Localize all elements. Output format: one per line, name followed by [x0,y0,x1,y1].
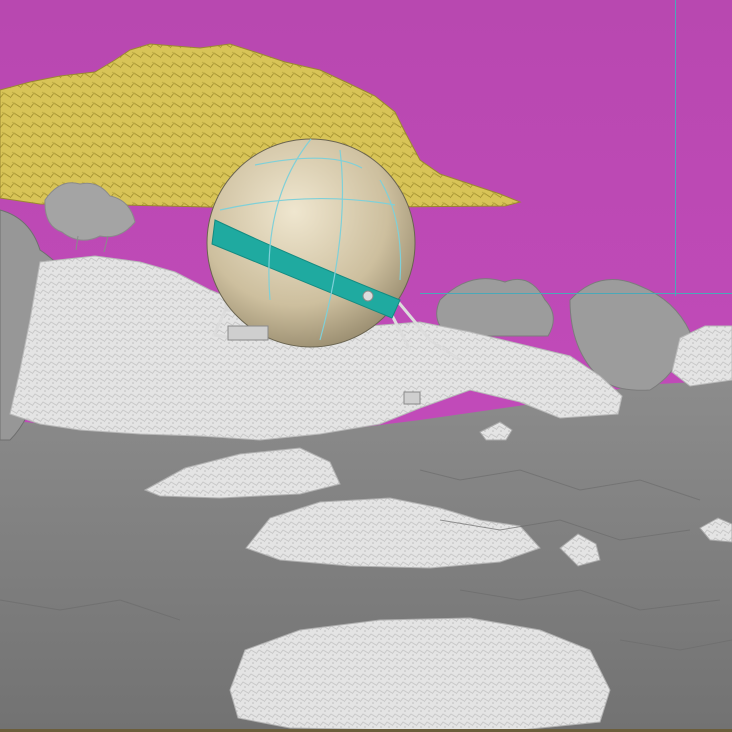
guide-line-vertical [675,0,676,296]
3d-viewport[interactable] [0,0,732,732]
scene-canvas[interactable] [0,0,732,732]
sphere-mesh [206,138,416,348]
rock-mesh [229,617,611,731]
guide-line-horizontal [420,293,732,294]
